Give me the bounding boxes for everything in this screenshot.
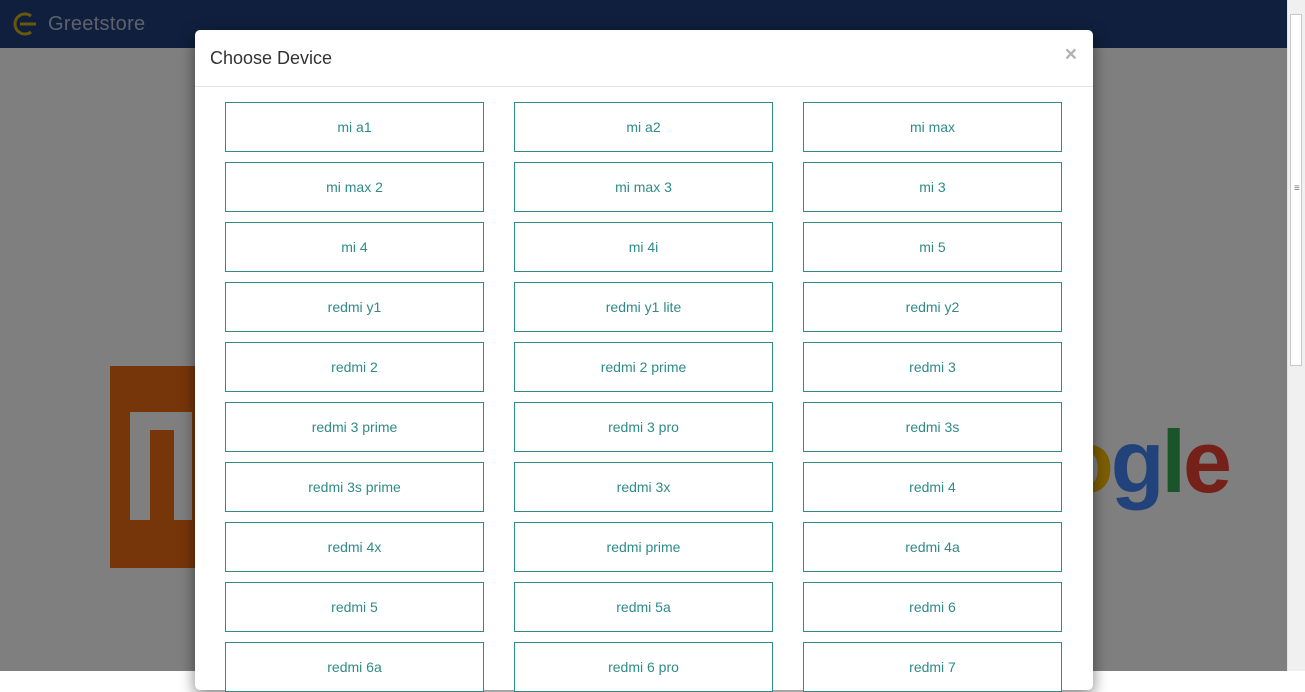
device-option-button[interactable]: redmi 5a — [514, 582, 773, 632]
device-option-button[interactable]: mi max 2 — [225, 162, 484, 212]
device-option-button[interactable]: mi max — [803, 102, 1062, 152]
device-option-button[interactable]: redmi 3 — [803, 342, 1062, 392]
device-option-button[interactable]: redmi 6 pro — [514, 642, 773, 692]
device-option-button[interactable]: redmi y1 lite — [514, 282, 773, 332]
device-option-button[interactable]: redmi 4 — [803, 462, 1062, 512]
device-option-button[interactable]: redmi 3s prime — [225, 462, 484, 512]
device-option-button[interactable]: redmi 3 prime — [225, 402, 484, 452]
device-option-button[interactable]: mi a2 — [514, 102, 773, 152]
scrollbar-thumb[interactable]: ≡ — [1290, 14, 1302, 366]
device-option-button[interactable]: redmi 3s — [803, 402, 1062, 452]
device-option-button[interactable]: mi 4i — [514, 222, 773, 272]
device-option-button[interactable]: redmi 6a — [225, 642, 484, 692]
device-option-button[interactable]: redmi 4x — [225, 522, 484, 572]
device-option-button[interactable]: redmi 7 — [803, 642, 1062, 692]
page-scrollbar[interactable]: ≡ — [1287, 0, 1305, 671]
device-option-button[interactable]: redmi 3 pro — [514, 402, 773, 452]
modal-header: Choose Device × — [195, 30, 1093, 87]
choose-device-modal: Choose Device × mi a1 mi a2 mi max mi max 2… — [195, 30, 1093, 692]
modal-title: Choose Device — [210, 48, 333, 68]
device-option-button[interactable]: redmi y1 — [225, 282, 484, 332]
device-option-button[interactable]: mi 5 — [803, 222, 1062, 272]
device-option-button[interactable]: mi a1 — [225, 102, 484, 152]
device-option-button[interactable]: redmi 5 — [225, 582, 484, 632]
device-option-button[interactable]: redmi 2 — [225, 342, 484, 392]
device-option-button[interactable]: redmi 3x — [514, 462, 773, 512]
close-button[interactable]: × — [1065, 44, 1077, 65]
device-option-button[interactable]: redmi y2 — [803, 282, 1062, 332]
device-option-button[interactable]: redmi 6 — [803, 582, 1062, 632]
device-option-button[interactable]: mi 4 — [225, 222, 484, 272]
device-option-button[interactable]: mi max 3 — [514, 162, 773, 212]
device-option-button[interactable]: redmi 2 prime — [514, 342, 773, 392]
device-grid: mi a1 mi a2 mi max mi max 2 mi max 3 mi 3 mi 4… — [225, 102, 1063, 692]
modal-body: mi a1 mi a2 mi max mi max 2 mi max 3 mi 3 mi 4… — [225, 102, 1063, 692]
device-option-button[interactable]: mi 3 — [803, 162, 1062, 212]
device-option-button[interactable]: redmi prime — [514, 522, 773, 572]
grip-icon: ≡ — [1294, 183, 1300, 194]
device-option-button[interactable]: redmi 4a — [803, 522, 1062, 572]
